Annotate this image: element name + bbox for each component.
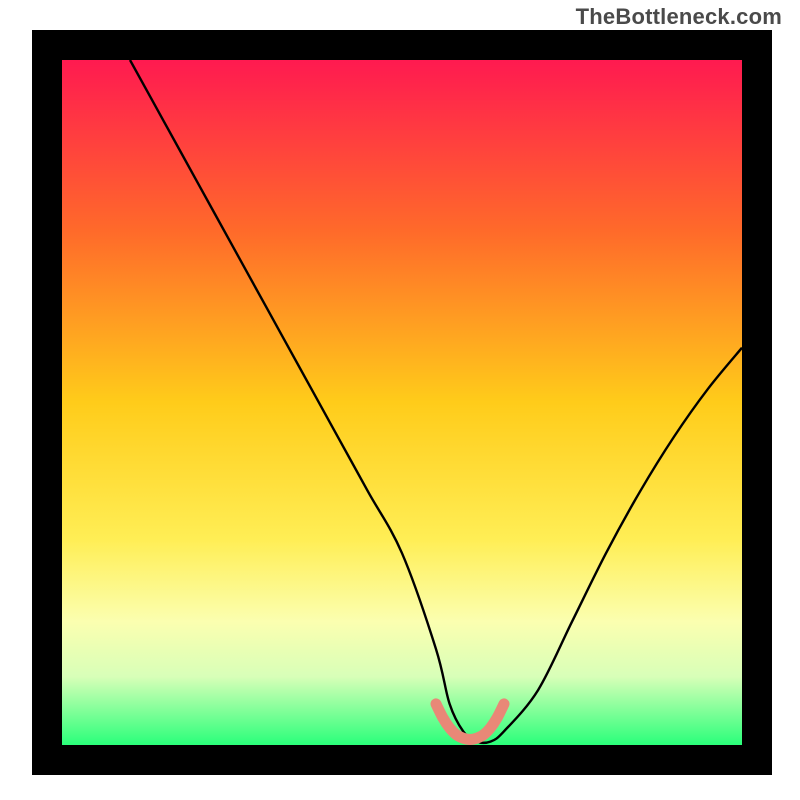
plot-background	[62, 60, 742, 745]
watermark-text: TheBottleneck.com	[576, 4, 782, 30]
bottleneck-chart	[0, 0, 800, 800]
chart-container: TheBottleneck.com	[0, 0, 800, 800]
